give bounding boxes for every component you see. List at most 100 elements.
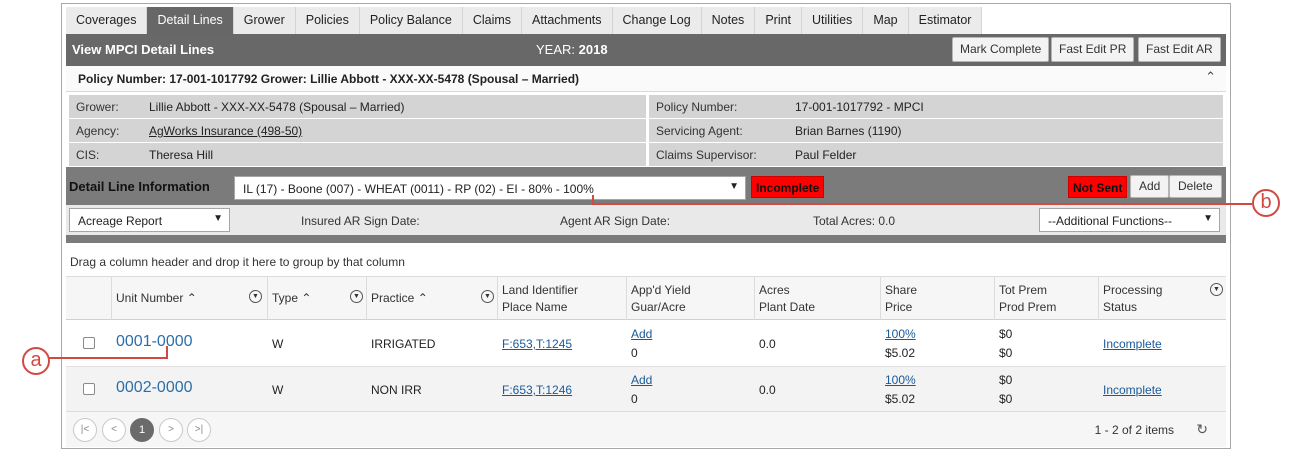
year-display: YEAR: 2018 — [536, 42, 608, 57]
land-identifier-link[interactable]: F:653,T:1246 — [502, 383, 572, 397]
tab-bar: Coverages Detail Lines Grower Policies P… — [66, 7, 983, 34]
column-header-unit-number[interactable]: Unit Number ⌃ ▼ — [112, 277, 268, 320]
refresh-icon[interactable]: ↻ — [1196, 421, 1208, 438]
detail-line-select[interactable]: IL (17) - Boone (007) - WHEAT (0011) - R… — [234, 176, 746, 200]
filter-icon[interactable]: ▼ — [350, 290, 363, 303]
row-checkbox[interactable] — [83, 383, 95, 395]
policy-summary-title: Policy Number: 17-001-1017792 Grower: Li… — [78, 72, 580, 86]
filter-icon[interactable]: ▼ — [249, 290, 262, 303]
tab-coverages[interactable]: Coverages — [66, 7, 148, 34]
tab-change-log[interactable]: Change Log — [612, 7, 702, 34]
unit-number-header-label: Unit Number — [116, 291, 184, 305]
cis-value: Theresa Hill — [149, 148, 214, 162]
row-checkbox[interactable] — [83, 337, 95, 349]
tab-notes[interactable]: Notes — [701, 7, 756, 34]
tab-attachments[interactable]: Attachments — [522, 7, 613, 34]
fast-edit-ar-button[interactable]: Fast Edit AR — [1138, 37, 1221, 62]
report-type-select[interactable]: Acreage Report ▼ — [69, 208, 230, 232]
acres-value: 0.0 — [759, 337, 776, 351]
add-yield-link[interactable]: Add — [631, 327, 652, 341]
toolbar-divider — [66, 235, 1226, 243]
group-by-drop-area[interactable]: Drag a column header and drop it here to… — [66, 243, 1226, 277]
acres-value: 0.0 — [759, 383, 776, 397]
tab-utilities[interactable]: Utilities — [802, 7, 864, 34]
additional-functions-select[interactable]: --Additional Functions-- ▼ — [1039, 208, 1220, 232]
sent-status-badge: Not Sent — [1068, 176, 1128, 198]
tot-prem-value: $0 — [999, 327, 1013, 341]
practice-value: IRRIGATED — [371, 337, 436, 351]
column-header-share[interactable]: Share Price — [881, 277, 995, 320]
column-header-type[interactable]: Type ⌃ ▼ — [268, 277, 367, 320]
add-button[interactable]: Add — [1130, 175, 1170, 198]
tot-prem-value: $0 — [999, 373, 1013, 387]
grower-label: Grower: — [76, 100, 119, 114]
detail-lines-panel: Coverages Detail Lines Grower Policies P… — [61, 3, 1231, 449]
last-page-icon[interactable]: >| — [187, 418, 211, 442]
servicing-agent-label: Servicing Agent: — [656, 124, 743, 138]
callout-b-marker: b — [1252, 189, 1280, 217]
delete-button[interactable]: Delete — [1169, 175, 1222, 198]
share-link[interactable]: 100% — [885, 373, 916, 387]
callout-b-leader-line — [592, 203, 1252, 205]
sort-caret-icon: ⌃ — [186, 291, 197, 305]
processing-status-link[interactable]: Incomplete — [1103, 383, 1162, 397]
land-identifier-link[interactable]: F:653,T:1245 — [502, 337, 572, 351]
tot-prem-header-label: Tot Prem — [999, 283, 1048, 297]
processing-status-link[interactable]: Incomplete — [1103, 337, 1162, 351]
guar-acre-value: 0 — [631, 346, 638, 360]
share-header-label: Share — [885, 283, 918, 297]
price-value: $5.02 — [885, 346, 916, 360]
unit-number-link[interactable]: 0001-0000 — [116, 333, 193, 351]
claims-supervisor-cell: Claims Supervisor: Paul Felder — [649, 143, 1223, 166]
tab-map[interactable]: Map — [863, 7, 909, 34]
table-row: 0002-0000 W NON IRR F:653,T:1246 Add 0 0… — [66, 367, 1226, 413]
tab-detail-lines[interactable]: Detail Lines — [147, 7, 234, 34]
add-yield-link[interactable]: Add — [631, 373, 652, 387]
price-value: $5.02 — [885, 392, 916, 406]
tab-estimator[interactable]: Estimator — [908, 7, 983, 34]
column-header-appd-yield[interactable]: App'd Yield Guar/Acre — [627, 277, 755, 320]
column-header-tot-prem[interactable]: Tot Prem Prod Prem — [995, 277, 1099, 320]
agency-link[interactable]: AgWorks Insurance (498-50) — [149, 124, 302, 138]
tab-claims[interactable]: Claims — [462, 7, 523, 34]
column-header-acres[interactable]: Acres Plant Date — [755, 277, 881, 320]
dropdown-arrow-icon: ▼ — [213, 213, 223, 224]
mark-complete-button[interactable]: Mark Complete — [952, 37, 1050, 62]
page-header: View MPCI Detail Lines YEAR: 2018 Mark C… — [66, 34, 1226, 66]
status-badge: Incomplete — [751, 176, 825, 198]
sort-caret-icon: ⌃ — [417, 291, 428, 305]
detail-line-select-value: IL (17) - Boone (007) - WHEAT (0011) - R… — [243, 182, 594, 196]
cis-cell: CIS: Theresa Hill — [69, 143, 646, 166]
previous-page-icon[interactable]: < — [102, 418, 126, 442]
unit-number-link[interactable]: 0002-0000 — [116, 379, 193, 397]
tab-grower[interactable]: Grower — [233, 7, 296, 34]
fast-edit-pr-button[interactable]: Fast Edit PR — [1051, 37, 1135, 62]
callout-a-leader-line — [48, 357, 166, 359]
filter-icon[interactable]: ▼ — [481, 290, 494, 303]
filter-icon[interactable]: ▼ — [1210, 283, 1223, 296]
tab-policies[interactable]: Policies — [295, 7, 360, 34]
insured-ar-sign-date-label: Insured AR Sign Date: — [301, 214, 420, 228]
agent-ar-sign-date-label: Agent AR Sign Date: — [560, 214, 671, 228]
dropdown-arrow-icon: ▼ — [729, 181, 739, 192]
column-header-processing-status[interactable]: Processing Status ▼ — [1099, 277, 1226, 320]
type-header-label: Type — [272, 291, 299, 305]
prod-prem-header-label: Prod Prem — [999, 300, 1057, 314]
practice-value: NON IRR — [371, 383, 422, 397]
type-value: W — [272, 337, 284, 351]
column-header-land-identifier[interactable]: Land Identifier Place Name — [498, 277, 627, 320]
policy-summary-row[interactable]: Policy Number: 17-001-1017792 Grower: Li… — [66, 66, 1226, 92]
tab-policy-balance[interactable]: Policy Balance — [359, 7, 463, 34]
page-title: View MPCI Detail Lines — [72, 42, 215, 57]
tab-print[interactable]: Print — [755, 7, 803, 34]
share-link[interactable]: 100% — [885, 327, 916, 341]
detail-lines-grid: Unit Number ⌃ ▼ Type ⌃ ▼ Practice ⌃ ▼ La… — [66, 277, 1226, 413]
detail-line-title: Detail Line Information — [69, 179, 210, 194]
policy-info-grid: Grower: Lillie Abbott - XXX-XX-5478 (Spo… — [66, 92, 1226, 167]
chevron-up-icon[interactable]: ⌃ — [1205, 69, 1216, 85]
first-page-icon[interactable]: |< — [73, 418, 97, 442]
current-page-button[interactable]: 1 — [130, 418, 154, 442]
claims-supervisor-label: Claims Supervisor: — [656, 148, 757, 162]
column-header-practice[interactable]: Practice ⌃ ▼ — [367, 277, 498, 320]
next-page-icon[interactable]: > — [159, 418, 183, 442]
